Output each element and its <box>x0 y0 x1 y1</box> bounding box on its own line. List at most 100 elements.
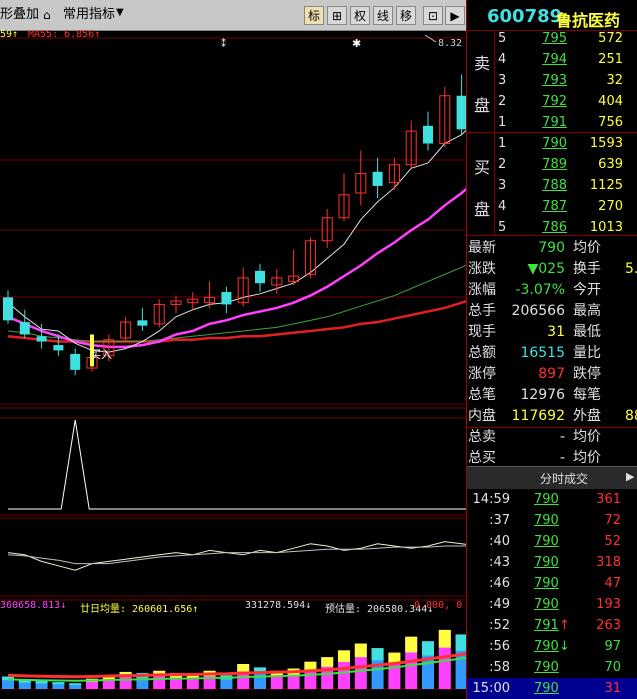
candle-body <box>19 322 30 335</box>
sell-volume: 756 <box>598 115 623 130</box>
indicator-b2-line <box>7 545 467 565</box>
stat-value: ▼025 <box>527 261 566 277</box>
stat-label: 涨停 <box>468 366 496 382</box>
indicator-dropdown-icon[interactable]: ▼ <box>116 4 124 22</box>
mark-button[interactable]: 标 <box>304 6 324 25</box>
tick-volume: 193 <box>596 597 621 612</box>
overlay-icon[interactable]: ⌂ <box>43 6 51 24</box>
stat-label: 总额 <box>468 345 496 361</box>
buy-level: 1 <box>498 136 507 151</box>
buy-price[interactable]: 788 <box>541 175 567 196</box>
stat-value: -3.07% <box>515 282 565 298</box>
buy-volume: 1593 <box>589 136 623 151</box>
chart-toolbar: 形叠加 ⌂ 常用指标 ▼ 标 ⊞ 权线移 ⊡ ▶ <box>0 0 467 31</box>
indicator-menu[interactable]: 常用指标 <box>63 6 115 24</box>
tick-price: 790 <box>534 492 559 507</box>
stat-label: 涨幅 <box>468 282 496 298</box>
sell-price[interactable]: 793 <box>541 70 567 91</box>
tick-price: 790 <box>534 576 559 591</box>
stat-label-2: 量比 <box>573 345 601 361</box>
volume-bar-cap <box>304 661 317 670</box>
sell-price[interactable]: 791 <box>541 112 567 133</box>
grid-button[interactable]: ⊞ <box>327 6 347 25</box>
stat-row: 涨停 897 跌停 <box>467 364 637 385</box>
stat-row: 涨跌 ▼025 换手 5. <box>467 259 637 280</box>
volume-legend-5: 0.000, 0 <box>414 600 463 611</box>
sell-price[interactable]: 795 <box>541 28 567 49</box>
buy-row[interactable]: 3 788 1125 <box>0 175 637 196</box>
sell-row[interactable]: 5 795 572 <box>0 28 637 49</box>
tick-row[interactable]: :49 790 193 <box>467 594 637 615</box>
stat-label-2: 最低 <box>573 324 601 340</box>
buy-volume: 270 <box>598 199 623 214</box>
stat-row: 总额 16515 量比 <box>467 343 637 364</box>
tick-row[interactable]: :56 790 ↓ 97 <box>467 636 637 657</box>
tick-volume: 70 <box>604 660 621 675</box>
stat-value: 790 <box>538 240 565 256</box>
overlay-menu[interactable]: 形叠加 <box>0 6 39 24</box>
rights-button[interactable]: 权 <box>350 6 370 25</box>
tick-row[interactable]: :52 791 ↑ 263 <box>467 615 637 636</box>
tick-row[interactable]: 15:00 790 31 <box>467 678 637 699</box>
restore-icon[interactable]: ⊡ <box>423 6 443 25</box>
buy-row[interactable]: 1 790 1593 <box>0 133 637 154</box>
indicator-a-line <box>8 419 467 510</box>
buy-volume: 1125 <box>589 178 623 193</box>
stat-label-2: 均价 <box>573 240 601 256</box>
stat-value: 206566 <box>511 303 565 319</box>
tick-row[interactable]: :46 790 47 <box>467 573 637 594</box>
sell-row[interactable]: 3 793 32 <box>0 70 637 91</box>
stat-label-2: 今开 <box>573 282 601 298</box>
stat-value: 16515 <box>520 345 565 361</box>
candle-body <box>3 297 13 321</box>
scroll-right-icon[interactable]: ▶ <box>626 470 634 483</box>
line-button[interactable]: 线 <box>373 6 393 25</box>
stat-row: 内盘 117692 外盘 88 <box>467 406 637 427</box>
tick-volume: 31 <box>604 681 621 696</box>
tick-time: :43 <box>489 555 510 570</box>
sell-level: 3 <box>498 73 507 88</box>
volume-bar-cap <box>52 682 65 685</box>
tick-price: 790 <box>534 513 559 528</box>
candle-body <box>36 336 47 342</box>
buy-row[interactable]: 4 787 270 <box>0 196 637 217</box>
tick-row[interactable]: :37 790 72 <box>467 510 637 531</box>
sell-price[interactable]: 794 <box>541 49 567 70</box>
sell-row[interactable]: 4 794 251 <box>0 49 637 70</box>
stat-value: 897 <box>538 366 565 382</box>
tick-time: :46 <box>489 576 510 591</box>
play-icon[interactable]: ▶ <box>445 6 465 25</box>
tick-time: :37 <box>489 513 510 528</box>
stat-row: 最新 790 均价 <box>467 238 637 259</box>
stat-label: 涨跌 <box>468 261 496 277</box>
tick-price: 790 <box>534 597 559 612</box>
tick-volume: 47 <box>604 576 621 591</box>
volume-bar-cap <box>405 636 418 653</box>
volume-bar-cap <box>354 643 367 658</box>
sell-level: 1 <box>498 115 507 130</box>
sell-row[interactable]: 2 792 404 <box>0 91 637 112</box>
tick-time: 14:59 <box>472 492 510 507</box>
tick-row[interactable]: :43 790 318 <box>467 552 637 573</box>
sell-row[interactable]: 1 791 756 <box>0 112 637 133</box>
stat-row: 总卖 - 均价 <box>467 427 637 448</box>
candle-body <box>221 292 232 305</box>
buy-price[interactable]: 787 <box>541 196 567 217</box>
stat-label: 总手 <box>468 303 496 319</box>
tick-row[interactable]: :40 790 52 <box>467 531 637 552</box>
buy-price[interactable]: 790 <box>541 133 567 154</box>
stat-label-2: 均价 <box>573 429 601 445</box>
tick-row[interactable]: 14:59 790 361 <box>467 489 637 510</box>
tick-price: 790 <box>534 639 559 654</box>
move-button[interactable]: 移 <box>396 6 416 25</box>
ticks-header[interactable]: 分时成交 ▶ <box>467 466 637 489</box>
tick-row[interactable]: :58 790 70 <box>467 657 637 678</box>
buy-row[interactable]: 2 789 639 <box>0 154 637 175</box>
sell-price[interactable]: 792 <box>541 91 567 112</box>
stock-code: 600789 <box>487 6 563 27</box>
buy-level: 2 <box>498 157 507 172</box>
buy-price[interactable]: 789 <box>541 154 567 175</box>
stat-row: 涨幅 -3.07% 今开 <box>467 280 637 301</box>
stat-value: - <box>559 429 565 445</box>
tick-time: 15:00 <box>472 681 510 696</box>
